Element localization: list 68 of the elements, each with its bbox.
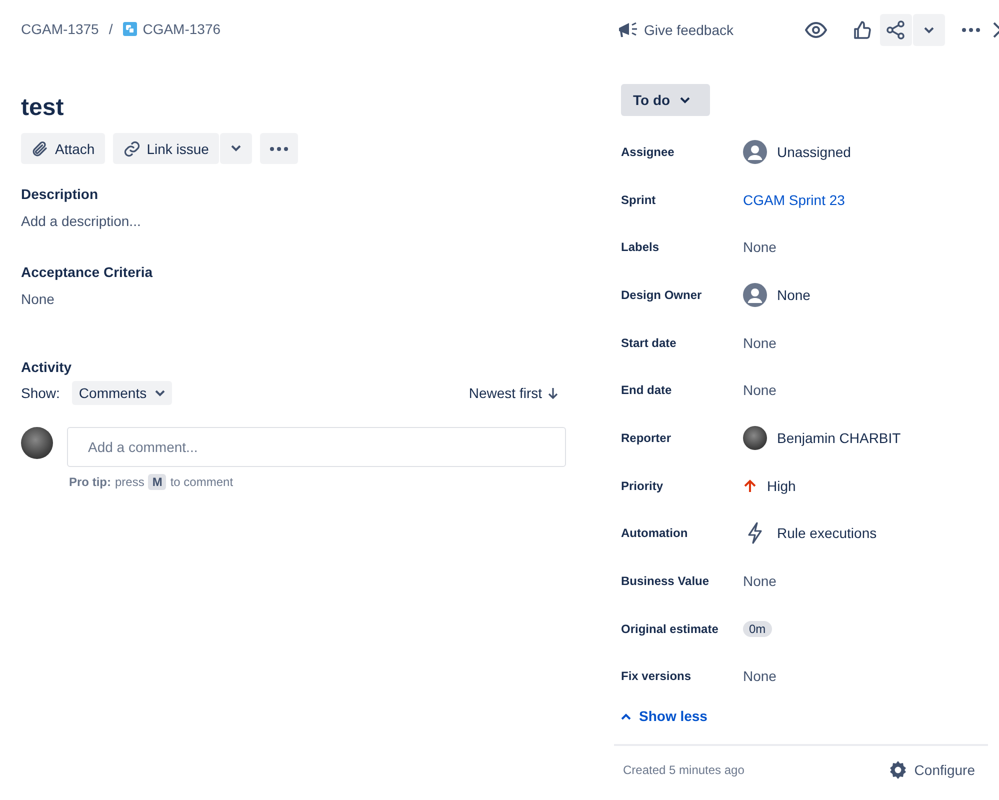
megaphone-icon <box>618 21 638 39</box>
field-value: Rule executions <box>777 525 877 542</box>
paperclip-icon <box>31 140 49 158</box>
field-value: None <box>21 291 56 307</box>
field-label: End date <box>621 383 673 398</box>
field-label: Fix versions <box>621 669 692 684</box>
chevron-down-icon <box>230 145 241 152</box>
field-value: None <box>743 382 776 398</box>
field-value: High <box>767 478 796 494</box>
field-label: Start date <box>621 336 678 350</box>
up-arrow-icon <box>743 478 757 493</box>
chevron-down-icon <box>924 26 934 34</box>
field-value: None <box>743 334 776 351</box>
field-value: None <box>743 573 776 590</box>
field-label: Priority <box>621 478 664 493</box>
subtask-icon <box>122 22 137 36</box>
field-label: Assignee <box>621 144 676 159</box>
thumbs-up-icon <box>853 21 871 39</box>
configure-button[interactable]: Configure <box>888 760 975 780</box>
more-icon <box>270 146 288 150</box>
user-avatar <box>743 426 767 450</box>
description-placeholder[interactable]: Add a description... <box>21 213 566 229</box>
chevron-down-icon <box>680 96 690 104</box>
chevron-down-icon <box>154 390 165 396</box>
field-label: Sprint <box>621 192 657 207</box>
user-avatar-icon <box>743 140 767 164</box>
issue-title[interactable]: test <box>21 94 566 122</box>
comment-field[interactable]: Add a comment... <box>67 427 566 467</box>
down-arrow-icon <box>548 387 558 399</box>
field-value: None <box>777 286 810 303</box>
attach-button[interactable]: Attach <box>21 133 105 164</box>
show-less-button[interactable]: Show less <box>621 704 708 728</box>
field-value: Unassigned <box>777 144 851 160</box>
more-icon <box>962 28 980 32</box>
more-button[interactable] <box>260 133 298 164</box>
field-label: Original estimate <box>621 622 720 636</box>
share-icon <box>886 20 906 40</box>
pro-tip-text: Pro tip: press M to comment <box>69 474 234 490</box>
link-icon <box>122 140 141 158</box>
section-heading: Acceptance Criteria <box>21 264 154 280</box>
breadcrumb-link[interactable]: CGAM-1375 <box>21 21 99 37</box>
field-value: Benjamin CHARBIT <box>777 430 901 446</box>
field-label: Design Owner <box>621 288 703 302</box>
section-heading: Description <box>21 186 100 202</box>
show-label: Show: <box>21 385 60 401</box>
section-heading: Activity <box>21 359 73 375</box>
sprint-link[interactable]: CGAM Sprint 23 <box>743 192 845 208</box>
user-avatar <box>21 427 53 459</box>
estimate-badge: 0m <box>743 620 772 637</box>
gear-icon <box>888 760 908 780</box>
share-button[interactable] <box>880 14 912 46</box>
user-avatar-icon <box>743 282 767 307</box>
field-value: None <box>743 668 776 684</box>
field-label: Labels <box>621 240 660 254</box>
filter-dropdown[interactable]: Comments <box>72 381 172 405</box>
created-timestamp: Created 5 minutes ago <box>623 763 744 778</box>
field-label: Business Value <box>621 574 710 588</box>
status-dropdown[interactable]: To do <box>621 84 710 116</box>
chevron-up-icon <box>621 712 631 720</box>
link-issue-button[interactable]: Link issue <box>112 133 219 164</box>
eye-icon <box>805 22 827 38</box>
sort-button[interactable]: Newest first <box>462 384 564 402</box>
field-label: Reporter <box>621 430 672 445</box>
feedback-button[interactable]: Give feedback <box>618 21 734 39</box>
field-label: Automation <box>621 526 689 540</box>
breadcrumb-link[interactable]: CGAM-1376 <box>122 21 221 37</box>
field-value: None <box>743 239 776 256</box>
breadcrumb-separator: / <box>108 21 113 37</box>
